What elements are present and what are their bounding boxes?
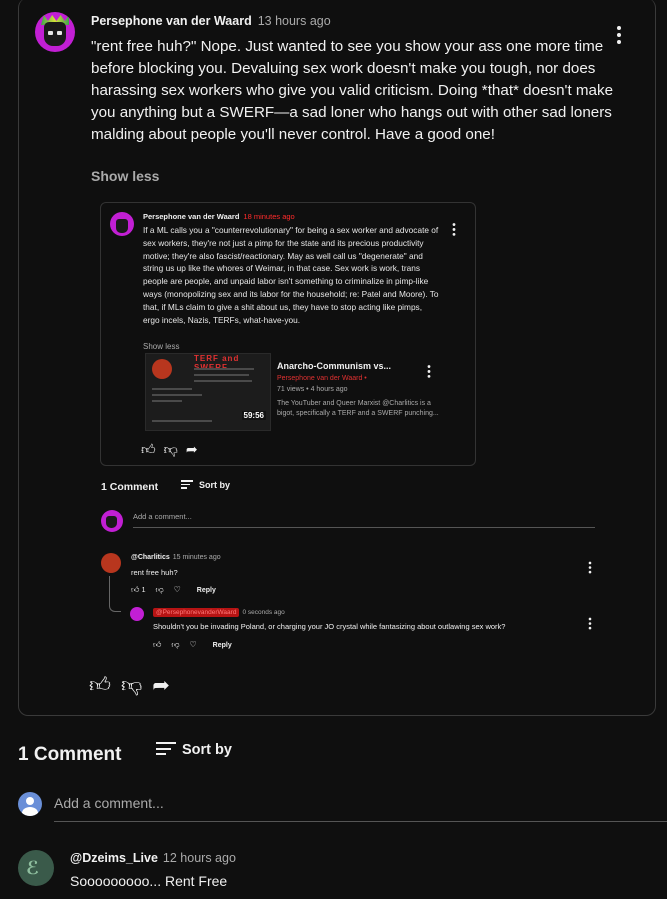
- reply-author: @Charlitics: [131, 554, 170, 561]
- embed-thumbs-up-icon: 👍︎: [141, 441, 156, 457]
- reply-avatar: [101, 553, 121, 573]
- subreply-thumbs-up-icon: 👍︎: [153, 640, 162, 649]
- comment-count: 1 Comment: [18, 744, 122, 765]
- share-icon[interactable]: ➦: [152, 674, 170, 697]
- subreply-button: Reply: [212, 642, 232, 649]
- comment-text: "rent free huh?" Nope. Just wanted to se…: [91, 38, 614, 143]
- show-less-button[interactable]: Show less: [91, 168, 159, 184]
- sort-icon: [181, 480, 193, 491]
- subreply-author: @PersephonevanderWaard: [153, 608, 240, 617]
- video-description: The YouTuber and Queer Marxist @Charliti…: [277, 400, 439, 417]
- comment-author[interactable]: Persephone van der Waard: [91, 14, 252, 28]
- subreply-text: Shouldn't you be invading Poland, or cha…: [153, 622, 506, 631]
- subreply-time: 0 seconds ago: [242, 609, 285, 616]
- video-title: Anarcho-Communism vs...: [277, 361, 392, 371]
- embed-thumbs-down-icon: 👎︎: [163, 441, 178, 457]
- video-more-vert-icon: [427, 365, 431, 380]
- embed-author: Persephone van der Waard: [143, 212, 240, 221]
- comment-time[interactable]: 13 hours ago: [258, 14, 331, 28]
- embedded-screenshot: Persephone van der Waard 18 minutes ago I…: [100, 202, 476, 466]
- video-channel: Persephone van der Waard •: [277, 375, 367, 382]
- thread-connector: [109, 576, 121, 612]
- author-avatar[interactable]: [35, 12, 75, 52]
- sort-icon: [156, 742, 176, 759]
- reply-thumbs-up-icon: 👍︎ 1: [131, 585, 146, 594]
- reply-time: 15 minutes ago: [172, 554, 221, 561]
- embed-text: If a ML calls you a "counterrevolutionar…: [143, 225, 439, 325]
- embed-add-comment: Add a comment...: [133, 512, 595, 528]
- reply-thumbs-down-icon: 👎︎: [155, 585, 164, 594]
- subreply-heart-icon: ♡: [189, 640, 197, 649]
- video-meta: 71 views • 4 hours ago: [277, 386, 348, 393]
- subreply-more-vert-icon: [588, 617, 592, 632]
- sort-button[interactable]: Sort by: [156, 742, 232, 759]
- reply-text: rent free huh?: [131, 568, 178, 577]
- commenter-text: Sooooooooo... Rent Free: [70, 873, 228, 889]
- commenter-avatar[interactable]: ℰ: [18, 850, 54, 886]
- add-comment-input[interactable]: Add a comment...: [54, 795, 667, 822]
- embed-share-icon: ➦: [185, 441, 198, 457]
- subreply-thumbs-down-icon: 👎︎: [171, 640, 180, 649]
- reply-heart-icon: ♡: [173, 585, 181, 594]
- comment-card: Persephone van der Waard 13 hours ago "re…: [18, 0, 656, 716]
- reply-more-vert-icon: [588, 561, 592, 576]
- video-duration: 59:56: [241, 411, 266, 420]
- embed-add-avatar: [101, 510, 123, 532]
- video-thumbnail: TERF and SWERF 59:56: [145, 353, 271, 431]
- thumbs-down-icon[interactable]: 👎︎: [121, 674, 142, 697]
- reply-button: Reply: [196, 587, 216, 594]
- user-avatar: [18, 792, 42, 816]
- embed-show-less: Show less: [143, 342, 180, 351]
- embed-sort-button: Sort by: [181, 480, 230, 491]
- embed-time: 18 minutes ago: [243, 212, 295, 221]
- embed-comment-count: 1 Comment: [101, 481, 159, 493]
- embed-more-vert-icon: [452, 223, 456, 238]
- subreply-avatar: [130, 607, 144, 621]
- commenter-time[interactable]: 12 hours ago: [163, 851, 236, 865]
- embed-avatar: [110, 212, 134, 236]
- commenter-name[interactable]: @Dzeims_Live: [70, 851, 158, 865]
- thumbs-up-icon[interactable]: 👍︎: [89, 674, 111, 697]
